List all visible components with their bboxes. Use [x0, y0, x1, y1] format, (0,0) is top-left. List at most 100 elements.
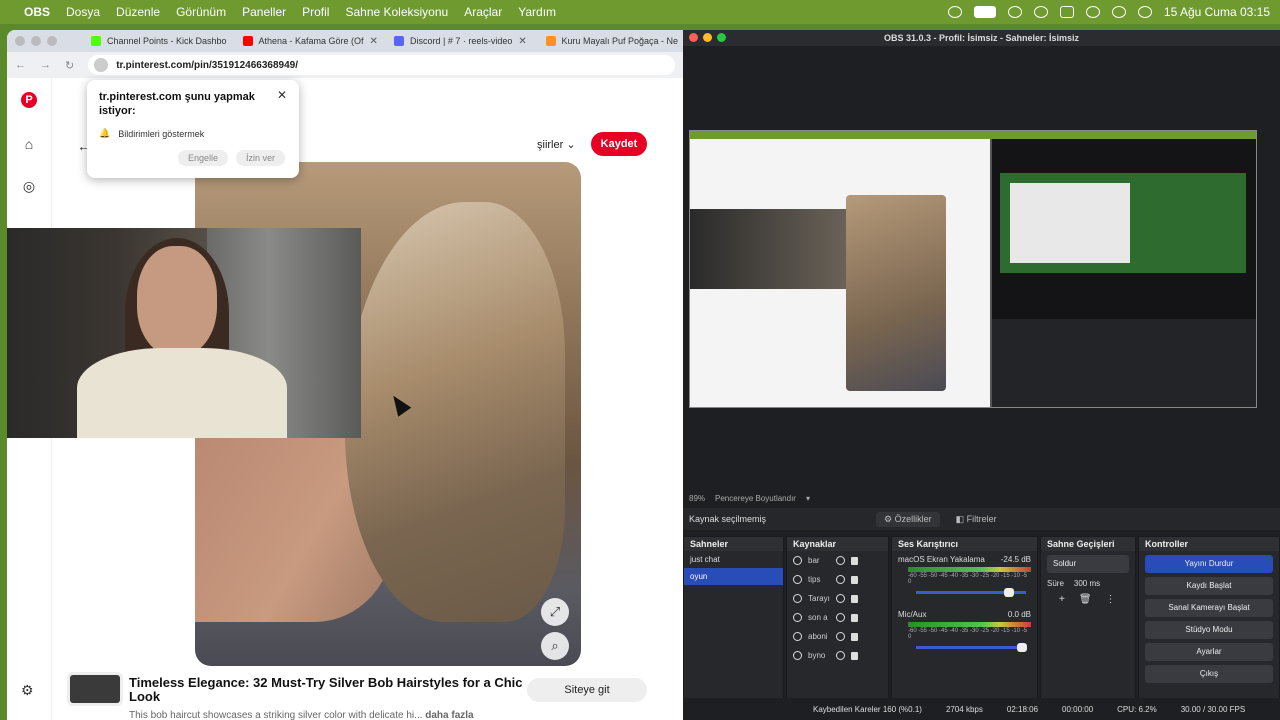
- tab-kick[interactable]: Channel Points - Kick Dashbo ✕: [85, 36, 229, 47]
- start-virtual-camera-button[interactable]: Sanal Kamerayı Başlat: [1145, 599, 1273, 617]
- forward-icon[interactable]: →: [40, 59, 51, 71]
- source-item[interactable]: son a: [787, 608, 888, 627]
- source-name: byno: [808, 651, 826, 660]
- minimize-window-icon[interactable]: [31, 36, 41, 46]
- lock-icon[interactable]: [851, 575, 858, 584]
- source-item[interactable]: aboni: [787, 627, 888, 646]
- menu-sahne-koleksiyonu[interactable]: Sahne Koleksiyonu: [345, 5, 448, 19]
- back-icon[interactable]: ←: [15, 59, 26, 71]
- block-button[interactable]: Engelle: [177, 150, 228, 166]
- settings-gear-icon[interactable]: ⚙: [21, 682, 34, 699]
- menu-dosya[interactable]: Dosya: [66, 5, 100, 19]
- search-icon[interactable]: [1111, 6, 1126, 18]
- lock-icon[interactable]: [851, 556, 858, 565]
- menu-duzenle[interactable]: Düzenle: [116, 5, 160, 19]
- zoom-level[interactable]: 89%: [689, 494, 705, 503]
- board-selector[interactable]: şiirler ⌄: [537, 138, 576, 151]
- close-tab-icon[interactable]: ✕: [518, 36, 526, 47]
- chevron-down-icon[interactable]: ▾: [806, 494, 810, 503]
- eye-icon[interactable]: [836, 575, 845, 584]
- pin-thumbnail[interactable]: [67, 672, 123, 706]
- permission-item-label: Bildirimleri göstermek: [118, 128, 205, 139]
- preview-docks: [992, 319, 1256, 407]
- url-field[interactable]: tr.pinterest.com/pin/351912466368949/: [88, 55, 675, 75]
- more-link[interactable]: daha fazla: [425, 710, 473, 720]
- minimize-window-icon[interactable]: [703, 33, 712, 42]
- exit-button[interactable]: Çıkış: [1145, 665, 1273, 683]
- tab-youtube[interactable]: Athena - Kafama Göre (Of ✕: [237, 36, 381, 47]
- stop-stream-button[interactable]: Yayını Durdur: [1145, 555, 1273, 573]
- scene-item-active[interactable]: oyun: [684, 568, 783, 585]
- menu-gorunum[interactable]: Görünüm: [176, 5, 226, 19]
- zoom-window-icon[interactable]: [47, 36, 57, 46]
- source-item[interactable]: Tarayı: [787, 589, 888, 608]
- studio-mode-button[interactable]: Stüdyo Modu: [1145, 621, 1273, 639]
- moon-icon[interactable]: [1033, 6, 1048, 18]
- menu-profil[interactable]: Profil: [302, 5, 329, 19]
- wifi-icon[interactable]: [1085, 6, 1100, 18]
- eye-icon[interactable]: [836, 613, 845, 622]
- volume-slider[interactable]: [916, 643, 1028, 652]
- source-item[interactable]: byno: [787, 646, 888, 665]
- battery-icon[interactable]: [1059, 6, 1074, 18]
- lock-icon[interactable]: [851, 594, 858, 603]
- eye-icon[interactable]: [836, 632, 845, 641]
- obs-tray-icon[interactable]: [947, 6, 962, 18]
- bell-icon: 🔔: [99, 128, 111, 138]
- source-name: son a: [808, 613, 828, 622]
- scene-item[interactable]: just chat: [684, 551, 783, 568]
- close-tab-icon[interactable]: ✕: [370, 36, 378, 47]
- visit-site-button[interactable]: Siteye git: [527, 678, 647, 702]
- pinterest-logo-icon[interactable]: P: [21, 92, 37, 108]
- visual-search-icon[interactable]: ⌕: [541, 632, 569, 660]
- volume-slider[interactable]: [916, 588, 1026, 597]
- filters-button[interactable]: ◧ Filtreler: [948, 512, 1005, 527]
- tab-discord[interactable]: Discord | # 7 · reels-video ✕: [388, 36, 532, 47]
- close-icon[interactable]: ✕: [277, 88, 287, 102]
- trash-icon[interactable]: 🗑: [1079, 594, 1092, 605]
- close-window-icon[interactable]: [15, 36, 25, 46]
- obs-preview[interactable]: [689, 130, 1257, 408]
- eye-icon[interactable]: [836, 651, 845, 660]
- app-menu[interactable]: OBS: [24, 5, 50, 19]
- pin-description: This bob haircut showcases a striking si…: [129, 710, 474, 720]
- properties-button[interactable]: ⚙ Özellikler: [876, 511, 940, 527]
- source-item[interactable]: tips: [787, 570, 888, 589]
- eye-icon[interactable]: [836, 594, 845, 603]
- obs-title: OBS 31.0.3 - Profil: İsimsiz - Sahneler:…: [883, 33, 1080, 43]
- add-icon[interactable]: +: [1059, 594, 1065, 605]
- site-info-icon[interactable]: [94, 58, 109, 72]
- explore-icon[interactable]: ◎: [21, 178, 37, 194]
- source-item[interactable]: bar: [787, 551, 888, 570]
- tab-recipe[interactable]: Kuru Mayalı Puf Poğaça - Ne: [540, 36, 684, 46]
- volume-knob[interactable]: [1017, 643, 1028, 652]
- save-button[interactable]: Kaydet: [591, 132, 647, 156]
- start-recording-button[interactable]: Kaydı Başlat: [1145, 577, 1273, 595]
- control-center-icon[interactable]: [1137, 6, 1152, 18]
- close-window-icon[interactable]: [689, 33, 698, 42]
- pin-title[interactable]: Timeless Elegance: 32 Must-Try Silver Bo…: [129, 676, 529, 704]
- screen-share-icon[interactable]: [973, 6, 996, 18]
- menu-yardim[interactable]: Yardım: [518, 5, 556, 19]
- duration-input[interactable]: 300 ms: [1074, 579, 1100, 588]
- volume-knob[interactable]: [1004, 588, 1014, 597]
- clock[interactable]: 15 Ağu Cuma 03:15: [1164, 5, 1270, 19]
- settings-button[interactable]: Ayarlar: [1145, 643, 1273, 661]
- reload-icon[interactable]: ↻: [65, 59, 74, 72]
- eye-icon[interactable]: [836, 556, 845, 565]
- lock-icon[interactable]: [851, 613, 858, 622]
- menu-paneller[interactable]: Paneller: [242, 5, 286, 19]
- home-icon[interactable]: ⌂: [21, 136, 37, 152]
- menu-araclar[interactable]: Araçlar: [464, 5, 502, 19]
- more-icon[interactable]: ⋮: [1106, 594, 1116, 605]
- fit-to-window[interactable]: Pencereye Boyutlandır: [715, 494, 796, 503]
- lock-icon[interactable]: [851, 651, 858, 660]
- expand-icon[interactable]: ⤢: [541, 598, 569, 626]
- lock-icon[interactable]: [851, 632, 858, 641]
- allow-button[interactable]: İzin ver: [235, 150, 285, 166]
- browser-window: Channel Points - Kick Dashbo ✕ Athena - …: [7, 30, 683, 720]
- youtube-favicon-icon: [242, 36, 253, 46]
- play-icon[interactable]: [1007, 6, 1022, 18]
- transition-select[interactable]: Soldur: [1047, 555, 1129, 573]
- zoom-window-icon[interactable]: [717, 33, 726, 42]
